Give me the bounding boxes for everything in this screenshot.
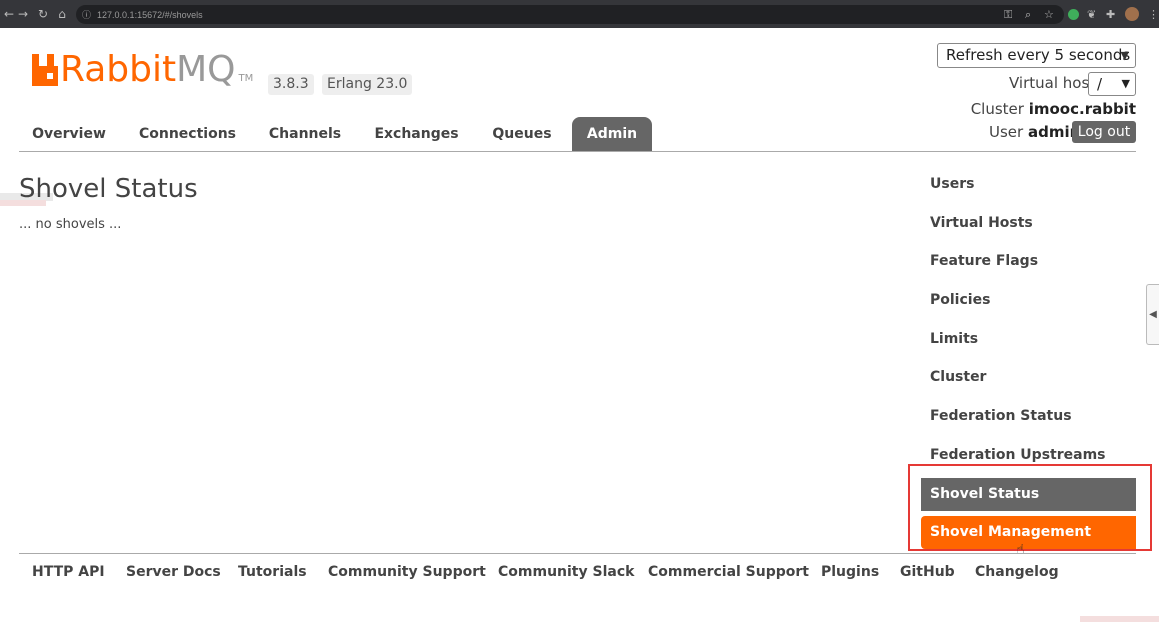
chevron-down-icon: ▼ <box>1120 49 1129 62</box>
browser-toolbar: ← → ↻ ⌂ ⓘ 127.0.0.1:15672/#/shovels ⚿ ⌕ … <box>0 0 1159 28</box>
tab-connections[interactable]: Connections <box>131 117 244 151</box>
main-tabs: Overview Connections Channels Exchanges … <box>19 117 1136 152</box>
footer-link-server-docs[interactable]: Server Docs <box>126 564 221 580</box>
footer-link-changelog[interactable]: Changelog <box>975 564 1059 580</box>
zoom-icon[interactable]: ⌕ <box>1025 8 1031 22</box>
tab-admin[interactable]: Admin <box>572 117 652 151</box>
site-info-icon[interactable]: ⓘ <box>82 8 91 21</box>
empty-shovels-message: ... no shovels ... <box>19 217 122 232</box>
tab-overview[interactable]: Overview <box>19 117 119 151</box>
address-bar[interactable]: ⓘ 127.0.0.1:15672/#/shovels <box>76 5 1064 24</box>
collapse-handle-icon[interactable]: ◀ <box>1146 284 1159 345</box>
tab-channels[interactable]: Channels <box>260 117 350 151</box>
admin-menu-feature-flags[interactable]: Feature Flags <box>921 245 1136 278</box>
footer-link-plugins[interactable]: Plugins <box>821 564 879 580</box>
key-icon[interactable]: ⚿ <box>1004 8 1012 22</box>
virtual-host-label: Virtual host <box>1009 74 1096 92</box>
rabbitmq-logo[interactable]: RabbitMQ TM <box>30 49 254 90</box>
erlang-version-badge: Erlang 23.0 <box>322 74 413 95</box>
url-text: 127.0.0.1:15672/#/shovels <box>97 9 203 20</box>
footer: HTTP API Server Docs Tutorials Community… <box>19 553 1136 593</box>
admin-menu-limits[interactable]: Limits <box>921 323 1136 356</box>
footer-link-tutorials[interactable]: Tutorials <box>238 564 307 580</box>
annotation-highlight-box <box>908 464 1152 551</box>
admin-menu-federation-status[interactable]: Federation Status <box>921 400 1136 433</box>
forward-icon[interactable]: → <box>14 7 32 21</box>
extension-icon[interactable] <box>1068 9 1079 20</box>
puzzle-icon[interactable]: ✚ <box>1106 8 1115 21</box>
refresh-interval-select[interactable]: Refresh every 5 seconds ▼ <box>937 43 1136 68</box>
admin-menu-users[interactable]: Users <box>921 168 1136 201</box>
cluster-name: imooc.rabbit <box>1028 100 1136 118</box>
home-icon[interactable]: ⌂ <box>53 7 71 21</box>
tab-queues[interactable]: Queues <box>485 117 559 151</box>
chevron-down-icon: ▼ <box>1121 77 1130 90</box>
footer-link-community-support[interactable]: Community Support <box>328 564 486 580</box>
rabbitmq-logo-icon <box>30 54 60 86</box>
extension-leaf-icon[interactable]: ❦ <box>1087 8 1096 21</box>
cluster-info: Cluster imooc.rabbit <box>970 100 1136 118</box>
profile-avatar[interactable] <box>1125 7 1139 21</box>
footer-link-http-api[interactable]: HTTP API <box>32 564 105 580</box>
reload-icon[interactable]: ↻ <box>34 7 52 21</box>
tab-exchanges[interactable]: Exchanges <box>366 117 467 151</box>
admin-menu-policies[interactable]: Policies <box>921 284 1136 317</box>
virtual-host-select[interactable]: / ▼ <box>1088 72 1136 96</box>
trademark-mark: TM <box>238 73 254 84</box>
footer-link-community-slack[interactable]: Community Slack <box>498 564 634 580</box>
screen-smudge <box>1080 616 1159 622</box>
logo-wordmark: RabbitMQ <box>60 49 236 90</box>
admin-menu-virtual-hosts[interactable]: Virtual Hosts <box>921 207 1136 240</box>
footer-link-github[interactable]: GitHub <box>900 564 955 580</box>
footer-link-commercial-support[interactable]: Commercial Support <box>648 564 809 580</box>
bookmark-star-icon[interactable]: ☆ <box>1044 8 1054 21</box>
admin-menu-cluster[interactable]: Cluster <box>921 361 1136 394</box>
screen-smudge <box>0 200 46 206</box>
menu-kebab-icon[interactable]: ⋮ <box>1148 8 1159 21</box>
version-badge: 3.8.3 <box>268 74 314 95</box>
